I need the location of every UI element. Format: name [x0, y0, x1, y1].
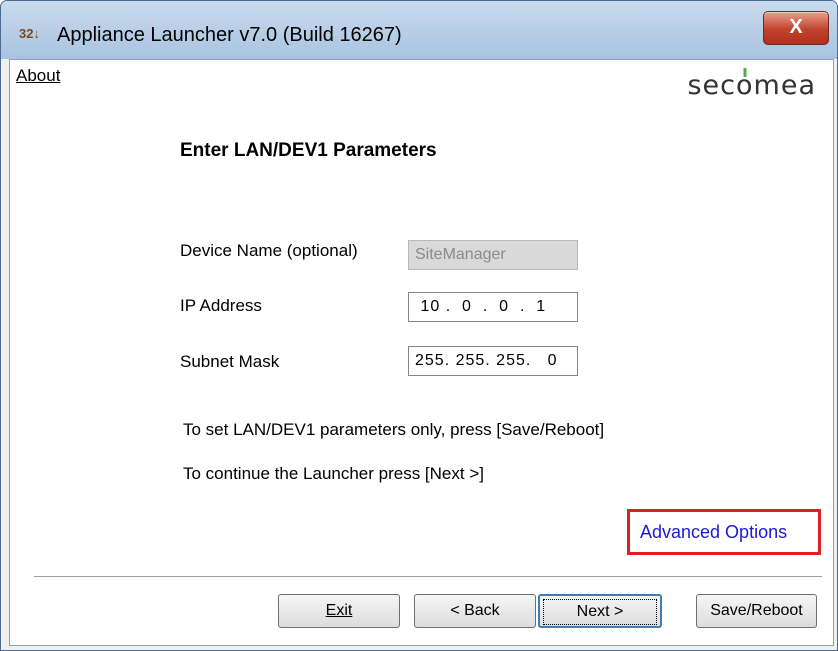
next-label: Next >: [543, 599, 657, 625]
device-name-field: SiteManager: [408, 240, 578, 270]
page-title: Enter LAN/DEV1 Parameters: [180, 140, 437, 161]
window-title: Appliance Launcher v7.0 (Build 16267): [57, 24, 402, 46]
separator: [34, 576, 822, 578]
title-bar[interactable]: 32↓ Appliance Launcher v7.0 (Build 16267…: [1, 1, 837, 59]
back-button[interactable]: < Back: [414, 594, 536, 628]
subnet-mask-field[interactable]: 255. 255. 255. 0: [408, 346, 578, 376]
app-icon: 32↓: [19, 26, 40, 41]
ip-address-field[interactable]: 10 . 0 . 0 . 1: [408, 292, 578, 322]
save-reboot-button[interactable]: Save/Reboot: [696, 594, 817, 628]
advanced-options-link[interactable]: Advanced Options: [640, 522, 787, 543]
about-link[interactable]: About: [16, 66, 60, 86]
next-button[interactable]: Next >: [538, 594, 662, 628]
device-name-label: Device Name (optional): [180, 241, 358, 260]
info-save-reboot: To set LAN/DEV1 parameters only, press […: [183, 420, 605, 439]
exit-button[interactable]: Exit: [278, 594, 400, 628]
info-next: To continue the Launcher press [Next >]: [183, 464, 484, 483]
save-reboot-label: Save/Reboot: [710, 602, 803, 619]
close-button[interactable]: X: [763, 11, 829, 45]
ip-address-label: IP Address: [180, 296, 262, 315]
secomea-logo: secomea: [687, 70, 816, 101]
exit-label: Exit: [325, 602, 353, 619]
subnet-mask-label: Subnet Mask: [180, 352, 280, 371]
back-label: < Back: [450, 602, 500, 619]
